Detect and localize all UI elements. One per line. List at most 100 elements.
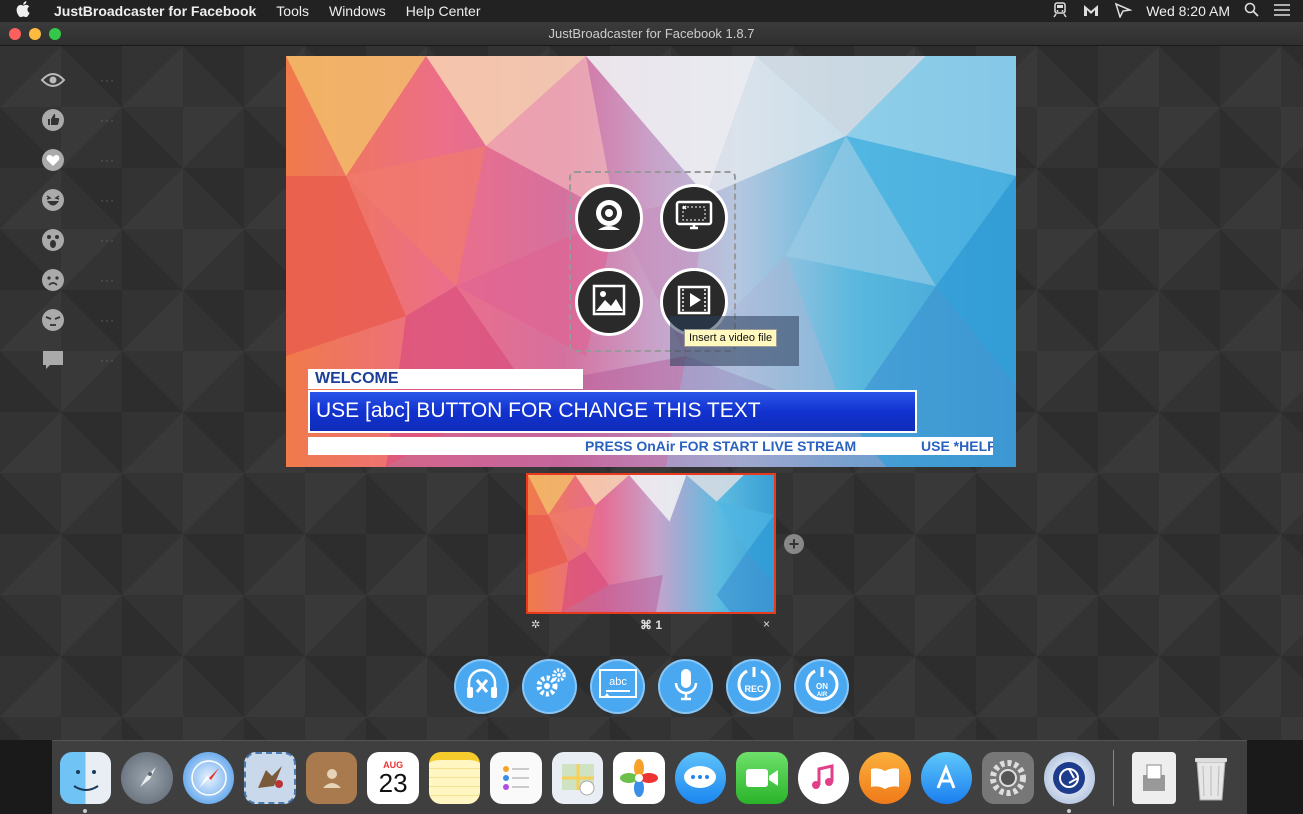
ibooks-icon[interactable] <box>859 751 911 804</box>
app-store-icon[interactable] <box>920 751 973 804</box>
launchpad-icon[interactable] <box>121 751 173 804</box>
add-image-button[interactable] <box>575 268 643 336</box>
menu-bar: JustBroadcaster for Facebook Tools Windo… <box>0 0 1303 22</box>
add-screen-button[interactable] <box>660 184 728 252</box>
stream-preview[interactable]: Insert a video file WELCOME USE [abc] BU… <box>286 56 1016 467</box>
reaction-count: ··· <box>100 73 115 87</box>
add-webcam-button[interactable] <box>575 184 643 252</box>
list-menu-icon[interactable] <box>1273 3 1291 20</box>
itunes-icon[interactable] <box>797 751 850 804</box>
reaction-haha: ··· <box>40 180 130 220</box>
eye-icon <box>40 67 66 93</box>
trash-icon[interactable] <box>1186 752 1237 804</box>
reaction-count: ··· <box>100 233 115 247</box>
svg-text:ON: ON <box>816 682 828 691</box>
messages-icon[interactable] <box>674 751 727 804</box>
microphone-icon <box>666 664 706 709</box>
reaction-count: ··· <box>100 153 115 167</box>
reaction-count: ··· <box>100 113 115 127</box>
gears-icon <box>530 664 570 709</box>
clock[interactable]: Wed 8:20 AM <box>1146 3 1230 19</box>
tooltip: Insert a video file <box>684 329 778 347</box>
scene-shortcut: ⌘ 1 <box>639 618 662 632</box>
svg-text:abc: abc <box>609 676 627 688</box>
onair-button[interactable]: ON AIR <box>794 659 849 714</box>
running-indicator <box>83 808 87 813</box>
system-preferences-icon[interactable] <box>982 751 1034 804</box>
downloads-stack-icon[interactable] <box>1132 751 1176 804</box>
webcam-icon <box>589 196 629 241</box>
reaction-love: ··· <box>40 140 130 180</box>
reaction-wow: ··· <box>40 220 130 260</box>
scene-thumbnail[interactable] <box>526 473 776 614</box>
svg-text:REC: REC <box>744 684 764 694</box>
cursor-tool-icon[interactable] <box>1114 2 1133 21</box>
notes-icon[interactable] <box>428 751 481 804</box>
reactions-panel: ··· ··· ··· ··· ··· ··· ··· ··· <box>40 60 130 380</box>
apple-menu-icon[interactable] <box>0 1 46 21</box>
heart-icon <box>40 147 66 173</box>
reaction-sad: ··· <box>40 260 130 300</box>
finder-icon[interactable] <box>60 751 112 813</box>
malwarebytes-icon[interactable] <box>1082 2 1100 21</box>
reaction-count: ··· <box>100 193 115 207</box>
svg-text:AIR: AIR <box>816 692 827 698</box>
ticker-text-secondary: USE *HELP <box>921 438 993 454</box>
contacts-icon[interactable] <box>305 751 358 804</box>
train-icon[interactable] <box>1052 1 1068 21</box>
headphones-x-icon <box>462 664 502 709</box>
scene-close-icon[interactable]: × <box>763 617 770 631</box>
reaction-comments: ··· <box>40 340 130 380</box>
search-icon[interactable] <box>1244 2 1259 20</box>
reaction-count: ··· <box>100 273 115 287</box>
window-titlebar: JustBroadcaster for Facebook 1.8.7 <box>0 22 1303 46</box>
audio-mute-button[interactable] <box>454 659 509 714</box>
facetime-icon[interactable] <box>736 751 788 804</box>
window-title: JustBroadcaster for Facebook 1.8.7 <box>548 26 755 41</box>
rec-icon: REC <box>733 663 775 710</box>
reminders-icon[interactable] <box>490 751 542 804</box>
onair-icon: ON AIR <box>801 663 843 710</box>
sad-icon <box>40 267 66 293</box>
scene-preview-image <box>528 475 774 612</box>
news-ticker: PRESS OnAir FOR START LIVE STREAM USE *H… <box>308 437 993 455</box>
photos-icon[interactable] <box>613 751 665 804</box>
control-toolbar: abc REC ON AIR <box>454 659 849 715</box>
justbroadcaster-icon[interactable] <box>1043 751 1096 813</box>
abc-icon: abc <box>596 664 640 709</box>
ticker-text-primary: PRESS OnAir FOR START LIVE STREAM <box>585 438 857 454</box>
microphone-button[interactable] <box>658 659 713 714</box>
like-icon <box>40 107 66 133</box>
lower-third-headline: USE [abc] BUTTON FOR CHANGE THIS TEXT <box>308 390 917 433</box>
record-button[interactable]: REC <box>726 659 781 714</box>
dock-separator <box>1113 749 1114 806</box>
image-icon <box>589 280 629 325</box>
comment-icon <box>40 347 66 373</box>
app-menu[interactable]: JustBroadcaster for Facebook <box>46 3 266 19</box>
app-content: ··· ··· ··· ··· ··· ··· ··· ··· Insert a… <box>0 46 1303 740</box>
safari-icon[interactable] <box>182 751 235 804</box>
reaction-count: ··· <box>100 353 115 367</box>
settings-button[interactable] <box>522 659 577 714</box>
calendar-icon[interactable]: AUG 23 <box>367 751 419 804</box>
lower-third-title: WELCOME <box>308 369 583 389</box>
maps-icon[interactable] <box>551 751 604 804</box>
reaction-like: ··· <box>40 100 130 140</box>
add-scene-button[interactable]: + <box>784 534 804 554</box>
reaction-angry: ··· <box>40 300 130 340</box>
scene-caption: ✲ ⌘ 1 × <box>526 617 776 633</box>
menu-tools[interactable]: Tools <box>266 3 319 19</box>
wow-icon <box>40 227 66 253</box>
running-indicator <box>1066 808 1071 813</box>
status-area: Wed 8:20 AM <box>1052 1 1303 21</box>
menu-help-center[interactable]: Help Center <box>396 3 491 19</box>
monitor-icon <box>674 196 714 241</box>
mail-icon[interactable] <box>244 751 296 804</box>
menu-windows[interactable]: Windows <box>319 3 396 19</box>
calendar-day: 23 <box>378 767 408 798</box>
reaction-views: ··· <box>40 60 130 100</box>
dock: AUG 23 <box>52 740 1247 814</box>
haha-icon <box>40 187 66 213</box>
text-button[interactable]: abc <box>590 659 645 714</box>
angry-icon <box>40 307 66 333</box>
